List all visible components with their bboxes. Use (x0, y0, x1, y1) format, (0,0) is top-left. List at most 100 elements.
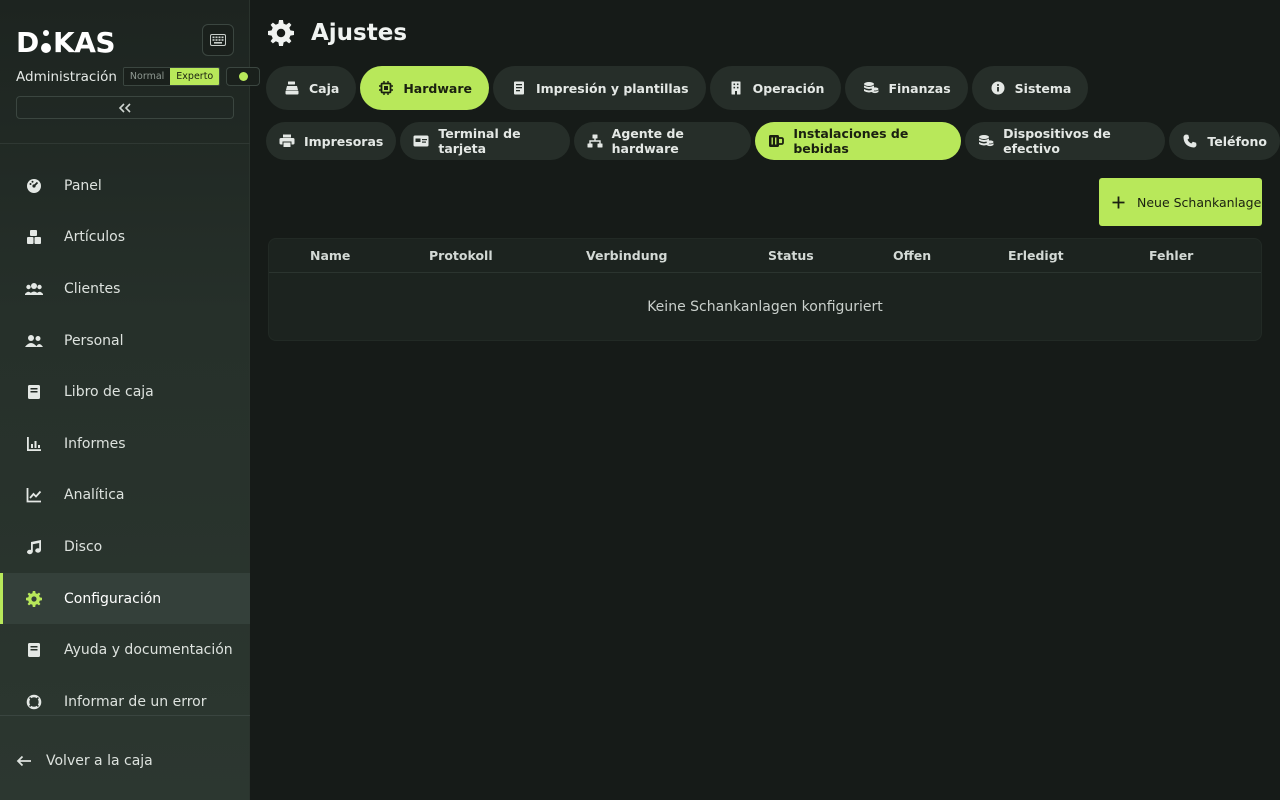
sidebar-bottom-divider (0, 715, 250, 716)
sidebar-divider (0, 143, 250, 144)
users-icon (24, 279, 44, 299)
double-chevron-left-icon (118, 102, 131, 113)
sidebar-item-label: Disco (64, 538, 103, 555)
coins-icon (978, 133, 994, 149)
add-tap-system-button[interactable]: Neue Schankanlage (1099, 178, 1262, 226)
sidebar-item-configuracion[interactable]: Configuración (0, 572, 250, 625)
sidebar-nav: Panel Artículos Clientes Personal Libro … (0, 160, 250, 728)
brand-logo[interactable]: D KAS (16, 24, 120, 56)
svg-text:D: D (16, 26, 39, 56)
sidebar-item-label: Informes (64, 435, 126, 452)
tab-finanzas[interactable]: Finanzas (845, 66, 968, 110)
arrow-left-icon (16, 751, 34, 771)
back-to-register-link[interactable]: Volver a la caja (16, 751, 153, 771)
plus-icon (1112, 195, 1126, 209)
collapse-sidebar-button[interactable] (16, 96, 234, 119)
page-header: Ajustes (266, 18, 407, 48)
back-label: Volver a la caja (46, 753, 153, 769)
column-header-erledigt[interactable]: Erledigt (1008, 239, 1064, 273)
subtab-dispositivos-efectivo[interactable]: Dispositivos de efectivo (965, 122, 1166, 160)
subtab-terminal-tarjeta[interactable]: Terminal de tarjeta (400, 122, 570, 160)
sidebar-item-informes[interactable]: Informes (0, 418, 250, 470)
sidebar-item-articulos[interactable]: Artículos (0, 212, 250, 264)
building-icon (728, 80, 744, 96)
sidebar-item-label: Informar de un error (64, 693, 207, 710)
sidebar-item-informar-error[interactable]: Informar de un error (0, 676, 250, 728)
tab-label: Operación (752, 80, 825, 96)
tap-systems-table: Name Protokoll Verbindung Status Offen E… (268, 238, 1262, 341)
sidebar-item-label: Artículos (64, 229, 126, 246)
mode-normal[interactable]: Normal (123, 68, 171, 85)
tab-hardware[interactable]: Hardware (360, 66, 489, 110)
register-icon (284, 80, 300, 96)
boxes-icon (24, 227, 44, 247)
gear-icon (266, 18, 296, 48)
sidebar-item-disco[interactable]: Disco (0, 521, 250, 573)
sidebar-item-panel[interactable]: Panel (0, 160, 250, 212)
lifebuoy-icon (24, 692, 44, 712)
mode-toggle[interactable]: Normal Experto (122, 67, 221, 86)
sidebar-item-analitica[interactable]: Analítica (0, 470, 250, 522)
chip-icon (378, 80, 394, 96)
book-icon (24, 640, 44, 660)
mode-expert[interactable]: Experto (170, 68, 220, 85)
page-title: Ajustes (311, 20, 408, 46)
empty-state-message: Keine Schankanlagen konfiguriert (647, 299, 883, 315)
sidebar-item-personal[interactable]: Personal (0, 315, 250, 367)
sidebar-item-label: Personal (64, 332, 124, 349)
admin-label: Administración (16, 68, 117, 85)
tab-impresion[interactable]: Impresión y plantillas (492, 66, 706, 110)
tab-label: Caja (309, 80, 340, 96)
document-icon (511, 80, 527, 96)
svg-text:KAS: KAS (53, 26, 115, 56)
keyboard-icon (210, 34, 226, 46)
coins-icon (863, 80, 879, 96)
tab-label: Impresión y plantillas (535, 80, 689, 96)
subtab-label: Dispositivos de efectivo (1003, 126, 1111, 156)
subtab-label: Impresoras (304, 133, 384, 149)
subtab-label: Agente de hardware (611, 126, 684, 156)
sidebar-item-libro-de-caja[interactable]: Libro de caja (0, 366, 250, 418)
sidebar: D KAS Administración Normal Experto Pane… (0, 0, 261, 800)
column-header-fehler[interactable]: Fehler (1149, 239, 1193, 273)
subtab-instalaciones-bebidas[interactable]: Instalaciones de bebidas (755, 122, 962, 160)
music-icon (24, 537, 44, 557)
sidebar-item-label: Configuración (64, 590, 162, 607)
tab-label: Hardware (403, 80, 472, 96)
sidebar-item-label: Libro de caja (64, 384, 154, 401)
column-header-status[interactable]: Status (768, 239, 814, 273)
card-icon (413, 133, 429, 149)
tab-label: Finanzas (888, 80, 951, 96)
bar-chart-icon (24, 434, 44, 454)
table-header: Name Protokoll Verbindung Status Offen E… (269, 239, 1261, 273)
hardware-subtabs: Impresoras Terminal de tarjeta Agente de… (266, 122, 1280, 160)
staff-icon (24, 331, 44, 351)
subtab-label: Instalaciones de bebidas (793, 126, 909, 156)
keyboard-button[interactable] (202, 24, 234, 56)
tab-caja[interactable]: Caja (266, 66, 357, 110)
admin-row: Administración Normal Experto (16, 67, 261, 86)
tab-operacion[interactable]: Operación (709, 66, 842, 110)
line-chart-icon (24, 485, 44, 505)
settings-tabs: Caja Hardware Impresión y plantillas Ope… (266, 66, 1089, 110)
subtab-impresoras[interactable]: Impresoras (266, 122, 397, 160)
status-toggle[interactable] (226, 67, 261, 86)
mug-icon (768, 133, 785, 149)
network-icon (587, 133, 603, 149)
phone-icon (1182, 133, 1198, 149)
column-header-offen[interactable]: Offen (893, 239, 931, 273)
add-button-label: Neue Schankanlage (1137, 194, 1262, 210)
subtab-telefono[interactable]: Teléfono (1169, 122, 1280, 160)
column-header-name[interactable]: Name (310, 239, 350, 273)
sidebar-item-clientes[interactable]: Clientes (0, 263, 250, 315)
sidebar-item-label: Panel (64, 177, 102, 194)
info-icon (990, 80, 1006, 96)
subtab-agente-hardware[interactable]: Agente de hardware (573, 122, 752, 160)
sidebar-item-label: Ayuda y documentación (64, 642, 233, 659)
column-header-verbindung[interactable]: Verbindung (586, 239, 667, 273)
tab-sistema[interactable]: Sistema (971, 66, 1089, 110)
sidebar-item-label: Analítica (64, 487, 125, 504)
book-icon (24, 382, 44, 402)
column-header-protokoll[interactable]: Protokoll (429, 239, 493, 273)
sidebar-item-ayuda[interactable]: Ayuda y documentación (0, 624, 250, 676)
